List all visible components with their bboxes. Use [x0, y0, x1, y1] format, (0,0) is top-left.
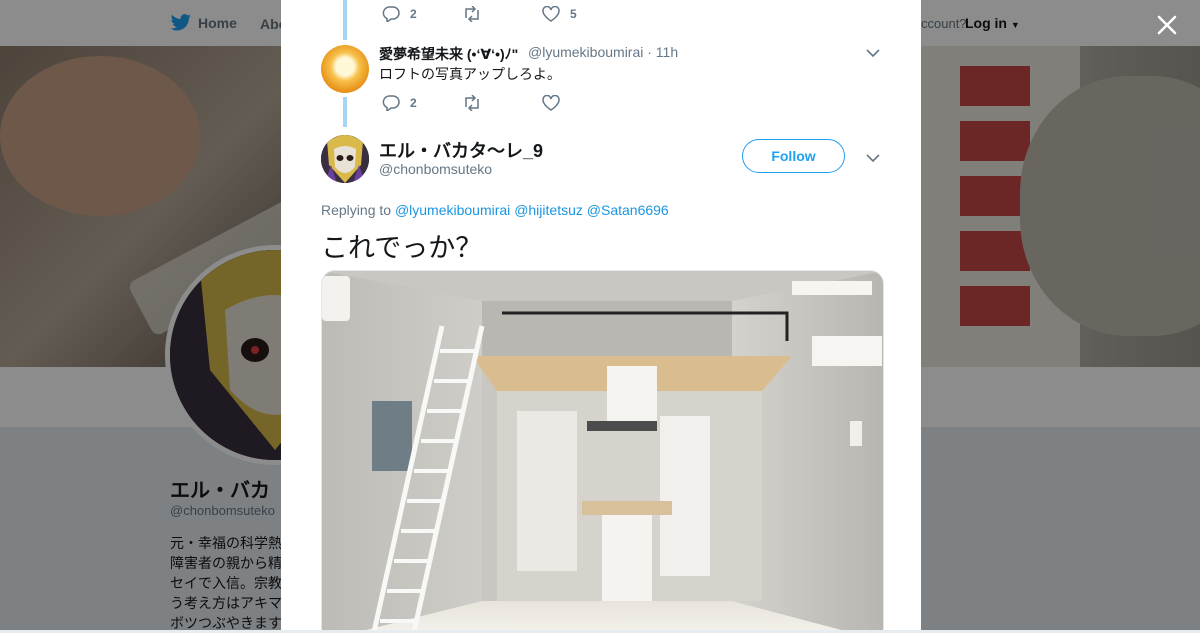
reply-count: 2	[410, 96, 417, 110]
mention-link[interactable]: @hijitetsuz	[514, 202, 583, 218]
chevron-down-icon	[866, 154, 880, 163]
tweet-author-avatar[interactable]	[321, 135, 369, 183]
prev-tweet-actions: 2 5	[382, 6, 622, 22]
mention-link[interactable]: @lyumekiboumirai	[395, 202, 510, 218]
like-icon	[542, 6, 560, 22]
reply-avatar[interactable]	[321, 45, 369, 93]
reply-author-handle[interactable]: @lyumekiboumirai · 11h	[528, 44, 678, 60]
like-count: 5	[570, 7, 577, 21]
close-button[interactable]	[1154, 12, 1180, 38]
like-icon	[542, 95, 560, 111]
reply-more-button[interactable]	[865, 45, 881, 61]
tweet-text: これでっか？	[321, 233, 483, 263]
reply-icon	[382, 95, 400, 111]
reply-action[interactable]: 2	[382, 95, 462, 111]
follow-button[interactable]: Follow	[742, 139, 845, 173]
mention-link[interactable]: @Satan6696	[587, 202, 669, 218]
tweet-more-button[interactable]	[865, 150, 881, 166]
replying-to-line: Replying to @lyumekiboumirai @hijitetsuz…	[321, 202, 669, 218]
close-icon	[1157, 15, 1177, 35]
like-action[interactable]: 5	[542, 6, 622, 22]
retweet-icon	[465, 95, 479, 111]
reply-author-name[interactable]: 愛夢希望未来 (•‘∀‘•)ﾉ"	[379, 44, 518, 64]
reply-actions: 2	[382, 95, 622, 111]
retweet-action[interactable]	[462, 6, 542, 22]
tweet-author-handle[interactable]: @chonbomsuteko	[379, 161, 492, 177]
reply-text: ロフトの写真アップしろよ。	[379, 66, 561, 82]
replying-prefix: Replying to	[321, 202, 392, 218]
tweet-author-name[interactable]: エル・バカタ～レ_9	[379, 137, 543, 163]
loft-room-photo	[322, 271, 883, 630]
thread-line-reply	[343, 97, 347, 127]
reply-action[interactable]: 2	[382, 6, 462, 22]
tweet-photo[interactable]	[321, 270, 884, 630]
reply-count: 2	[410, 7, 417, 21]
reply-icon	[382, 6, 400, 22]
avatar-skull-art	[321, 135, 369, 183]
retweet-action[interactable]	[462, 95, 542, 111]
thread-line-top	[343, 0, 347, 40]
chevron-down-icon	[866, 49, 880, 58]
tweet-modal: 2 5 愛夢希望未来 (•‘∀‘•)ﾉ" @lyumekiboumirai · …	[281, 0, 921, 630]
like-action[interactable]	[542, 95, 622, 111]
retweet-icon	[465, 6, 479, 22]
